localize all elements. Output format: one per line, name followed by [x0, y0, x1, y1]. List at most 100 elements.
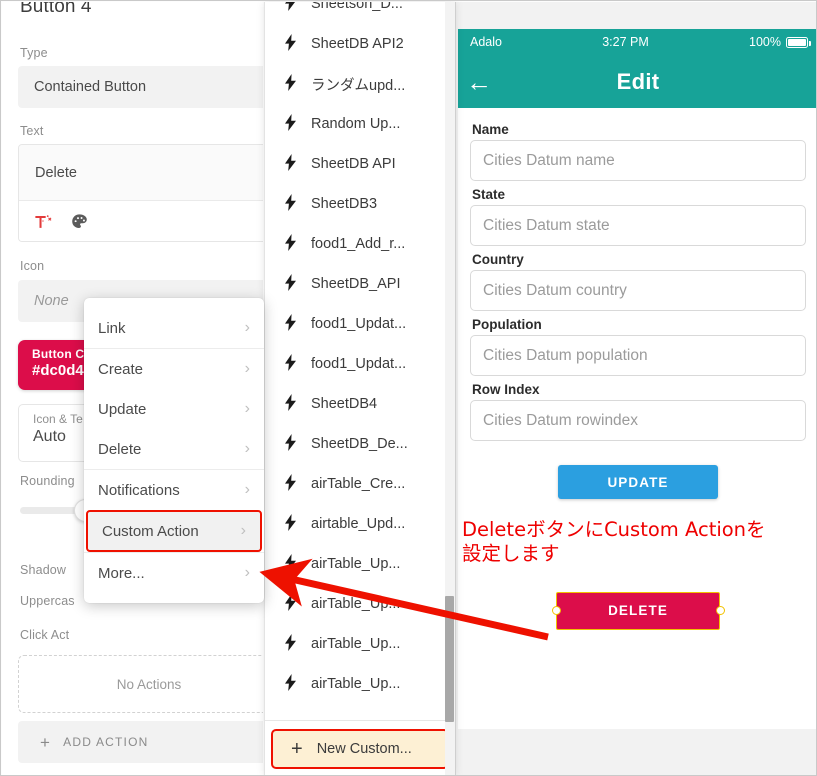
add-action-button[interactable]: + ADD ACTION: [18, 721, 263, 763]
lightning-bolt-icon: [285, 593, 296, 615]
popup-item-custom-action[interactable]: Custom Action ›: [86, 510, 262, 552]
custom-action-item[interactable]: Sheetson_D...: [265, 2, 455, 24]
popup-item-update[interactable]: Update ›: [84, 389, 264, 429]
custom-action-item[interactable]: airtable_Upd...: [265, 504, 455, 544]
lightning-bolt-icon: [285, 433, 296, 455]
list-scrollbar-thumb[interactable]: [445, 596, 454, 722]
custom-action-item[interactable]: food1_Add_r...: [265, 224, 455, 264]
custom-action-item[interactable]: airTable_Up...: [265, 544, 455, 584]
popup-item-more[interactable]: More... ›: [84, 553, 264, 593]
custom-action-item[interactable]: Random Up...: [265, 104, 455, 144]
custom-action-item[interactable]: SheetDB API2: [265, 24, 455, 64]
custom-action-item[interactable]: airTable_Up...: [265, 664, 455, 704]
form-field-input[interactable]: Cities Datum country: [470, 270, 806, 311]
lightning-bolt-icon: [285, 353, 296, 375]
custom-action-item[interactable]: SheetDB3: [265, 184, 455, 224]
lightning-bolt-icon: [285, 113, 296, 135]
delete-button[interactable]: DELETE: [556, 591, 720, 630]
chevron-right-icon: ›: [244, 319, 250, 336]
custom-action-item[interactable]: airTable_Cre...: [265, 464, 455, 504]
annotation-text: DeleteボタンにCustom Actionを 設定します: [462, 518, 816, 567]
custom-action-item-label: airtable_Upd...: [311, 516, 406, 532]
popup-item-create[interactable]: Create ›: [84, 349, 264, 389]
new-custom-action-button[interactable]: + New Custom...: [271, 728, 449, 769]
list-scrollbar-track[interactable]: [445, 2, 455, 775]
custom-action-item-label: SheetDB3: [311, 196, 378, 212]
custom-action-item-label: food1_Add_r...: [311, 236, 406, 252]
custom-action-item[interactable]: food1_Updat...: [265, 344, 455, 384]
status-bar: Adalo 3:27 PM 100%: [458, 29, 816, 55]
custom-action-list: Sheetson_D... SheetDB API2 ランダムupd... Rando…: [265, 2, 455, 704]
popup-item-label: Delete: [98, 440, 142, 458]
lightning-bolt-icon: [285, 553, 296, 575]
popup-items: Link › Create › Update › Delete › Notifications ›…: [84, 308, 264, 593]
type-label: Type: [20, 46, 48, 60]
form-field-label: Population: [472, 317, 542, 332]
battery-group: 100%: [749, 35, 811, 49]
custom-action-item[interactable]: SheetDB4: [265, 384, 455, 424]
form-field-input[interactable]: Cities Datum state: [470, 205, 806, 246]
lightning-bolt-icon: [285, 273, 296, 295]
lightning-bolt-icon: [285, 673, 296, 695]
custom-action-item-label: SheetDB API: [311, 156, 396, 172]
popup-item-delete[interactable]: Delete ›: [84, 429, 264, 469]
popup-bottom-pad: [84, 593, 264, 603]
custom-action-item[interactable]: ランダムupd...: [265, 64, 455, 104]
chevron-right-icon: ›: [244, 360, 250, 377]
resize-handle-right[interactable]: [715, 606, 725, 616]
custom-action-item[interactable]: SheetDB_API: [265, 264, 455, 304]
custom-action-item-label: SheetDB_API: [311, 276, 401, 292]
popup-item-notifications[interactable]: Notifications ›: [84, 470, 264, 510]
lightning-bolt-icon: [285, 473, 296, 495]
icon-label: Icon: [20, 259, 45, 273]
popup-item-label: Update: [98, 400, 147, 418]
lightning-bolt-icon: [285, 233, 296, 255]
shadow-label: Shadow: [20, 563, 67, 577]
click-action-label: Click Act: [20, 628, 70, 642]
uppercase-label: Uppercas: [20, 594, 75, 608]
custom-action-item-label: SheetDB API2: [311, 36, 404, 52]
chevron-right-icon: ›: [244, 400, 250, 417]
chevron-right-icon: ›: [240, 522, 246, 539]
popup-item-link[interactable]: Link ›: [84, 308, 264, 348]
phone-screen: Adalo 3:27 PM 100% ← Edit Name Cities Dat…: [458, 29, 816, 729]
delete-button-selection: DELETE: [551, 591, 725, 630]
form-field-label: Row Index: [472, 382, 540, 397]
new-custom-action-label: New Custom...: [316, 740, 412, 757]
custom-action-item-label: food1_Updat...: [311, 356, 407, 372]
form-field-input[interactable]: Cities Datum population: [470, 335, 806, 376]
text-toolbar: [19, 201, 263, 241]
custom-action-item-label: food1_Updat...: [311, 316, 407, 332]
custom-action-item[interactable]: SheetDB API: [265, 144, 455, 184]
lightning-bolt-icon: [285, 633, 296, 655]
resize-handle-left[interactable]: [551, 606, 561, 616]
plus-icon: +: [291, 737, 303, 760]
update-button[interactable]: UPDATE: [558, 465, 718, 499]
text-label: Text: [20, 124, 44, 138]
custom-action-item-label: SheetDB4: [311, 396, 378, 412]
plus-icon: +: [40, 732, 52, 752]
custom-action-item-label: Sheetson_D...: [311, 2, 403, 12]
popup-item-label: Notifications: [98, 481, 180, 499]
screen-title: Edit: [616, 68, 660, 94]
battery-icon: [786, 36, 811, 48]
form-field-input[interactable]: Cities Datum name: [470, 140, 806, 181]
custom-action-item[interactable]: food1_Updat...: [265, 304, 455, 344]
type-select[interactable]: Contained Button: [18, 66, 263, 108]
custom-action-item[interactable]: airTable_Up...: [265, 584, 455, 624]
chevron-right-icon: ›: [244, 564, 250, 581]
text-field-group: Delete: [18, 144, 263, 242]
page-title: Button 4: [20, 2, 92, 17]
action-type-popup-menu: Link › Create › Update › Delete › Notifications ›…: [84, 298, 264, 603]
custom-action-item[interactable]: airTable_Up...: [265, 624, 455, 664]
palette-icon[interactable]: [70, 212, 89, 231]
app-preview-canvas: Adalo 3:27 PM 100% ← Edit Name Cities Dat…: [456, 2, 816, 775]
form-field-input[interactable]: Cities Datum rowindex: [470, 400, 806, 441]
custom-action-item[interactable]: SheetDB_De...: [265, 424, 455, 464]
text-style-icon[interactable]: [33, 212, 52, 231]
button-text-input[interactable]: Delete: [19, 145, 263, 201]
popup-item-label: Create: [98, 360, 144, 378]
edit-form: Name Cities Datum name State Cities Datum s…: [458, 108, 816, 441]
popup-item-label: More...: [98, 564, 145, 582]
arrow-left-icon[interactable]: ←: [466, 69, 492, 95]
